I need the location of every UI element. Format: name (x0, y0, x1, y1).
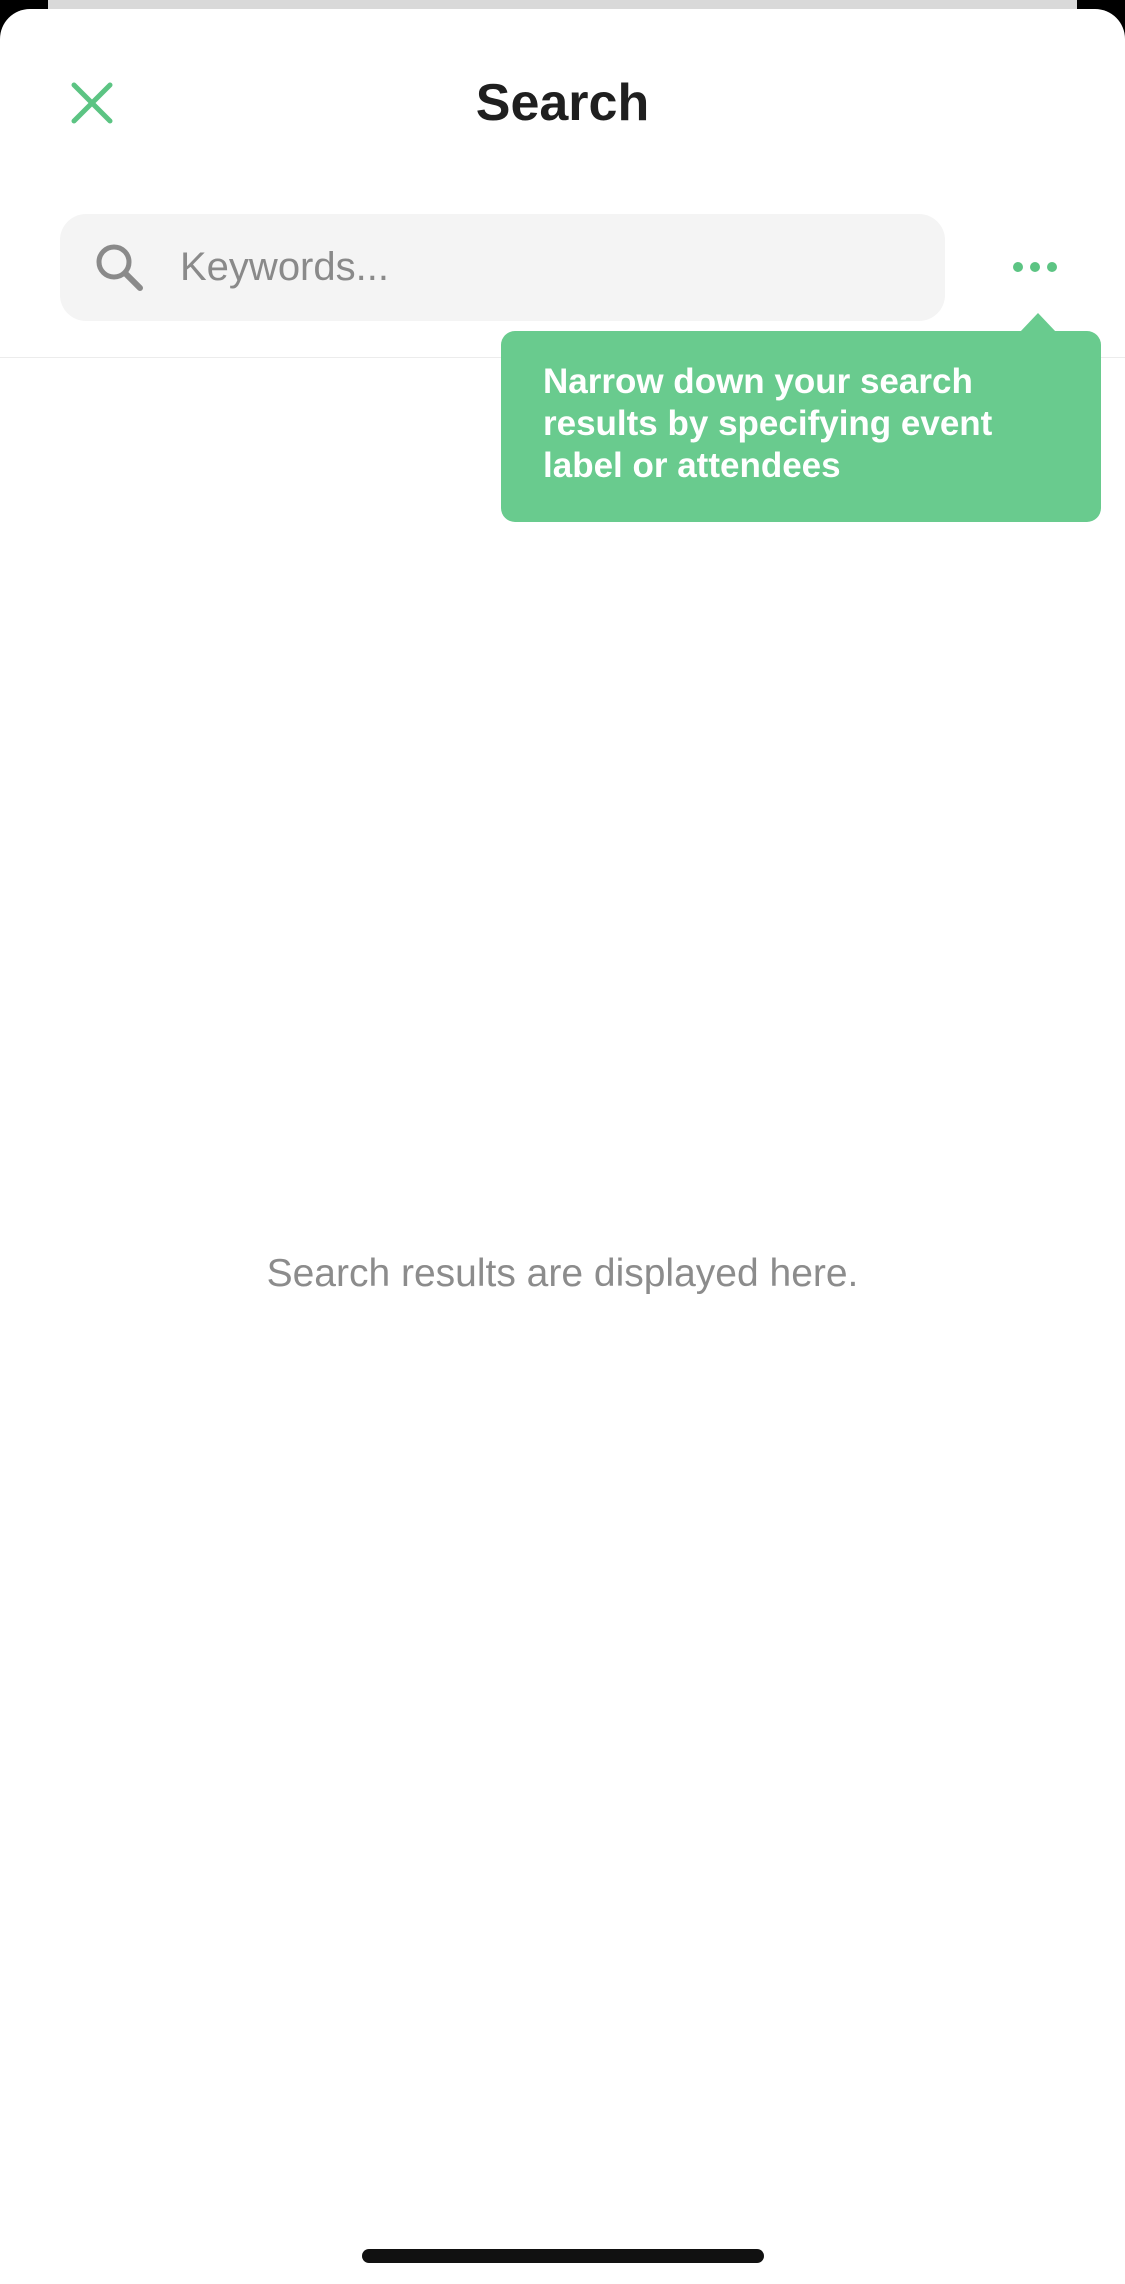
more-horizontal-icon-dot (1030, 262, 1040, 272)
search-row (0, 214, 1125, 344)
tooltip-arrow (1020, 313, 1056, 332)
filter-hint-tooltip[interactable]: Narrow down your search results by speci… (501, 331, 1101, 522)
tooltip-text: Narrow down your search results by speci… (543, 362, 993, 485)
more-horizontal-icon-dot (1047, 262, 1057, 272)
search-input[interactable] (180, 214, 920, 321)
more-horizontal-icon (1013, 262, 1023, 272)
empty-results-message: Search results are displayed here. (266, 1252, 859, 1295)
more-options-button[interactable] (1000, 234, 1070, 300)
search-box[interactable] (60, 214, 945, 321)
search-sheet: Search Narrow down your search results b… (0, 9, 1125, 2284)
header: Search (0, 9, 1125, 179)
search-icon (96, 244, 143, 291)
page-title: Search (475, 74, 650, 132)
home-indicator[interactable] (362, 2249, 764, 2263)
